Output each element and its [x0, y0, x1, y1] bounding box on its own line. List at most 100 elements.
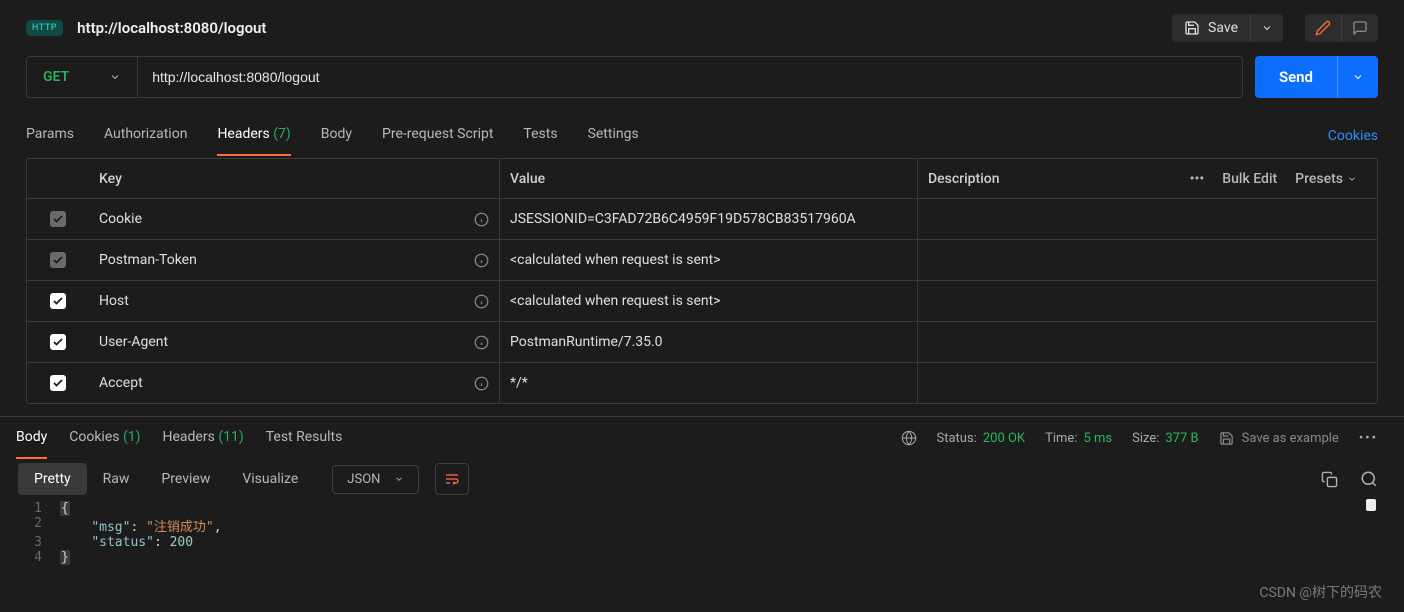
info-icon[interactable] — [474, 376, 489, 391]
header-key[interactable]: Host — [99, 293, 129, 309]
line-content[interactable]: "status": 200 — [60, 535, 193, 550]
line-number: 3 — [0, 535, 60, 550]
line-number: 2 — [0, 516, 60, 535]
comment-icon-button[interactable] — [1341, 14, 1378, 42]
header-checkbox[interactable] — [50, 375, 66, 391]
edit-icon-button[interactable] — [1305, 14, 1341, 42]
view-visualize[interactable]: Visualize — [226, 463, 314, 495]
resp-tab-body[interactable]: Body — [16, 417, 47, 459]
line-number: 4 — [0, 550, 60, 565]
code-line: 4 } — [0, 550, 1404, 565]
header-row: Accept */* — [27, 363, 1377, 403]
tab-headers[interactable]: Headers (7) — [217, 116, 290, 156]
chevron-down-icon — [1352, 71, 1364, 83]
cookies-link[interactable]: Cookies — [1328, 128, 1378, 144]
tab-tests[interactable]: Tests — [523, 116, 557, 156]
header-value[interactable]: */* — [510, 375, 528, 391]
view-right — [1321, 470, 1378, 488]
search-icon[interactable] — [1360, 470, 1378, 488]
url-input-group: GET — [26, 56, 1243, 98]
request-tabs: Params Authorization Headers (7) Body Pr… — [0, 116, 1404, 156]
info-icon[interactable] — [474, 294, 489, 309]
scrollbar-thumb[interactable] — [1366, 499, 1376, 511]
request-tabs-left: Params Authorization Headers (7) Body Pr… — [26, 116, 639, 156]
save-button-group: Save — [1172, 14, 1283, 42]
header-row: User-Agent PostmanRuntime/7.35.0 — [27, 322, 1377, 363]
headers-table: Key Value Description ••• Bulk Edit Pres… — [26, 158, 1378, 404]
info-icon[interactable] — [474, 335, 489, 350]
header-key[interactable]: Accept — [99, 375, 143, 391]
line-content[interactable]: } — [60, 550, 70, 565]
header-checkbox[interactable] — [50, 252, 66, 268]
status-stat: Status: 200 OK — [937, 431, 1026, 446]
chevron-down-icon — [1347, 174, 1357, 184]
send-button[interactable]: Send — [1255, 56, 1337, 98]
method-label: GET — [43, 69, 69, 85]
resp-tab-testresults[interactable]: Test Results — [266, 417, 343, 459]
view-preview[interactable]: Preview — [145, 463, 226, 495]
header-value[interactable]: JSESSIONID=C3FAD72B6C4959F19D578CB835179… — [510, 211, 856, 227]
tab-headers-label: Headers — [217, 126, 269, 142]
col-desc-header: Description ••• Bulk Edit Presets — [917, 159, 1377, 199]
resp-cookies-label: Cookies — [69, 429, 119, 445]
header-key[interactable]: User-Agent — [99, 334, 168, 350]
time-label: Time: — [1045, 431, 1077, 446]
size-value: 377 B — [1165, 431, 1198, 446]
view-left: Pretty Raw Preview Visualize JSON — [18, 463, 469, 495]
resp-tab-headers[interactable]: Headers (11) — [163, 417, 244, 459]
format-select[interactable]: JSON — [332, 465, 419, 494]
tab-settings[interactable]: Settings — [588, 116, 639, 156]
info-icon[interactable] — [474, 253, 489, 268]
response-bar: Body Cookies (1) Headers (11) Test Resul… — [0, 416, 1404, 459]
header-key[interactable]: Cookie — [99, 211, 142, 227]
presets-dropdown[interactable]: Presets — [1295, 171, 1357, 187]
tab-body[interactable]: Body — [321, 116, 352, 156]
header-checkbox[interactable] — [50, 293, 66, 309]
header-value[interactable]: PostmanRuntime/7.35.0 — [510, 334, 663, 350]
view-tabs: Pretty Raw Preview Visualize — [18, 463, 314, 495]
pencil-icon — [1315, 20, 1331, 36]
globe-icon[interactable] — [901, 430, 917, 446]
more-options-icon[interactable]: ••• — [1359, 431, 1378, 446]
col-key-header: Key — [89, 171, 499, 187]
save-icon — [1219, 431, 1234, 446]
header-row: Host <calculated when request is sent> — [27, 281, 1377, 322]
view-pretty[interactable]: Pretty — [18, 463, 87, 495]
http-badge: HTTP — [26, 20, 63, 36]
copy-icon[interactable] — [1321, 471, 1338, 488]
request-title: http://localhost:8080/logout — [77, 19, 266, 37]
response-tabs: Body Cookies (1) Headers (11) Test Resul… — [16, 417, 342, 459]
save-button[interactable]: Save — [1172, 14, 1250, 42]
line-content[interactable]: { — [60, 501, 70, 516]
resp-cookies-count: (1) — [123, 429, 141, 445]
save-example-label: Save as example — [1242, 431, 1339, 446]
bulk-edit-button[interactable]: Bulk Edit — [1222, 171, 1277, 187]
col-value-header: Value — [499, 159, 917, 199]
size-label: Size: — [1132, 431, 1159, 446]
header-checkbox[interactable] — [50, 334, 66, 350]
line-content[interactable]: "msg": "注销成功", — [60, 516, 222, 535]
more-icon[interactable]: ••• — [1190, 171, 1205, 187]
save-icon — [1184, 20, 1200, 36]
col-desc-label: Description — [928, 171, 1000, 187]
save-as-example-button[interactable]: Save as example — [1219, 431, 1339, 446]
save-dropdown[interactable] — [1250, 14, 1283, 42]
info-icon[interactable] — [474, 212, 489, 227]
format-label: JSON — [347, 472, 380, 487]
status-value: 200 OK — [983, 431, 1025, 446]
resp-headers-label: Headers — [163, 429, 215, 445]
tab-authorization[interactable]: Authorization — [104, 116, 187, 156]
header-key[interactable]: Postman-Token — [99, 252, 197, 268]
tab-params[interactable]: Params — [26, 116, 74, 156]
tab-prerequest[interactable]: Pre-request Script — [382, 116, 493, 156]
header-checkbox[interactable] — [50, 211, 66, 227]
header-value[interactable]: <calculated when request is sent> — [510, 252, 721, 268]
wrap-lines-button[interactable] — [435, 463, 469, 495]
send-dropdown[interactable] — [1337, 56, 1378, 98]
resp-headers-count: (11) — [218, 429, 243, 445]
method-select[interactable]: GET — [27, 57, 138, 97]
view-raw[interactable]: Raw — [87, 463, 146, 495]
resp-tab-cookies[interactable]: Cookies (1) — [69, 417, 140, 459]
url-input[interactable] — [138, 57, 1242, 97]
header-value[interactable]: <calculated when request is sent> — [510, 293, 721, 309]
